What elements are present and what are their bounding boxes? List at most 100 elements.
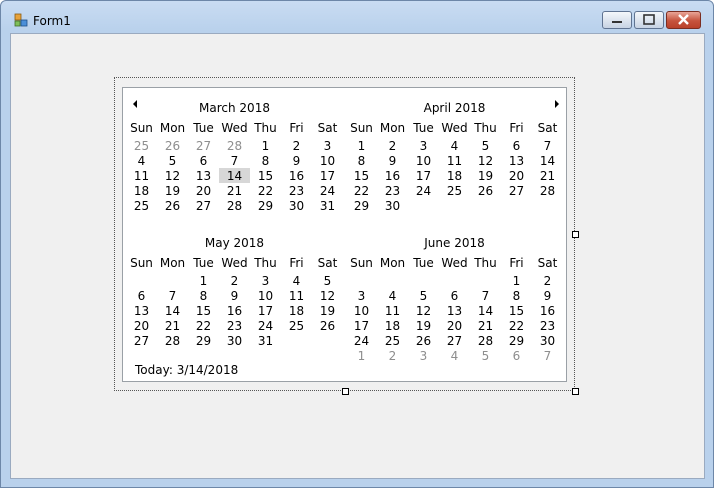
day-cell[interactable]: 27 bbox=[501, 183, 532, 198]
day-cell[interactable]: 4 bbox=[281, 273, 312, 288]
maximize-button[interactable] bbox=[634, 11, 664, 29]
day-cell[interactable]: 9 bbox=[377, 153, 408, 168]
day-cell[interactable]: 30 bbox=[219, 333, 250, 348]
day-cell[interactable]: 19 bbox=[408, 318, 439, 333]
left-arrow-icon[interactable] bbox=[129, 98, 141, 110]
day-cell[interactable]: 28 bbox=[219, 138, 250, 153]
day-cell[interactable]: 21 bbox=[470, 318, 501, 333]
day-cell[interactable]: 25 bbox=[439, 183, 470, 198]
day-cell[interactable]: 27 bbox=[126, 333, 157, 348]
day-cell[interactable]: 7 bbox=[157, 288, 188, 303]
day-cell[interactable]: 19 bbox=[157, 183, 188, 198]
day-cell[interactable]: 6 bbox=[501, 138, 532, 153]
day-cell[interactable]: 31 bbox=[312, 198, 343, 213]
day-cell[interactable]: 22 bbox=[346, 183, 377, 198]
day-cell[interactable]: 1 bbox=[188, 273, 219, 288]
day-cell[interactable]: 21 bbox=[219, 183, 250, 198]
day-cell[interactable]: 6 bbox=[501, 348, 532, 363]
day-cell[interactable]: 23 bbox=[219, 318, 250, 333]
day-cell[interactable]: 23 bbox=[281, 183, 312, 198]
day-cell[interactable]: 11 bbox=[126, 168, 157, 183]
day-cell[interactable]: 28 bbox=[157, 333, 188, 348]
day-cell[interactable]: 18 bbox=[281, 303, 312, 318]
day-cell[interactable]: 28 bbox=[470, 333, 501, 348]
day-cell[interactable]: 5 bbox=[470, 348, 501, 363]
day-cell[interactable]: 14 bbox=[157, 303, 188, 318]
day-cell[interactable]: 1 bbox=[346, 138, 377, 153]
day-cell[interactable]: 9 bbox=[219, 288, 250, 303]
day-cell[interactable]: 1 bbox=[250, 138, 281, 153]
day-cell[interactable]: 12 bbox=[470, 153, 501, 168]
day-cell[interactable]: 28 bbox=[219, 198, 250, 213]
day-cell[interactable]: 10 bbox=[346, 303, 377, 318]
day-cell[interactable]: 26 bbox=[157, 198, 188, 213]
day-cell[interactable]: 31 bbox=[250, 333, 281, 348]
day-cell[interactable]: 25 bbox=[126, 138, 157, 153]
day-cell[interactable]: 11 bbox=[281, 288, 312, 303]
day-cell[interactable]: 24 bbox=[250, 318, 281, 333]
day-cell[interactable]: 3 bbox=[408, 348, 439, 363]
day-cell[interactable]: 27 bbox=[188, 138, 219, 153]
day-cell[interactable]: 27 bbox=[188, 198, 219, 213]
close-button[interactable] bbox=[666, 11, 701, 29]
day-cell[interactable]: 26 bbox=[157, 138, 188, 153]
day-cell[interactable]: 26 bbox=[408, 333, 439, 348]
day-cell[interactable]: 8 bbox=[188, 288, 219, 303]
day-cell[interactable]: 2 bbox=[219, 273, 250, 288]
day-cell[interactable]: 17 bbox=[408, 168, 439, 183]
day-cell[interactable]: 19 bbox=[312, 303, 343, 318]
minimize-button[interactable] bbox=[602, 11, 632, 29]
day-cell[interactable]: 27 bbox=[439, 333, 470, 348]
day-cell[interactable]: 15 bbox=[188, 303, 219, 318]
day-cell[interactable]: 30 bbox=[281, 198, 312, 213]
resize-handle-right[interactable] bbox=[572, 231, 579, 238]
day-cell[interactable]: 2 bbox=[377, 138, 408, 153]
day-cell[interactable]: 5 bbox=[408, 288, 439, 303]
day-cell[interactable]: 13 bbox=[126, 303, 157, 318]
day-cell[interactable]: 12 bbox=[312, 288, 343, 303]
day-cell[interactable]: 23 bbox=[532, 318, 563, 333]
day-cell[interactable]: 3 bbox=[408, 138, 439, 153]
day-cell[interactable]: 26 bbox=[312, 318, 343, 333]
day-cell[interactable]: 29 bbox=[250, 198, 281, 213]
day-cell[interactable]: 8 bbox=[501, 288, 532, 303]
day-cell[interactable]: 10 bbox=[312, 153, 343, 168]
day-cell[interactable]: 16 bbox=[377, 168, 408, 183]
day-cell[interactable]: 17 bbox=[346, 318, 377, 333]
day-cell[interactable]: 24 bbox=[408, 183, 439, 198]
day-cell[interactable]: 11 bbox=[439, 153, 470, 168]
day-cell[interactable]: 29 bbox=[188, 333, 219, 348]
day-cell[interactable]: 7 bbox=[470, 288, 501, 303]
day-cell[interactable]: 1 bbox=[501, 273, 532, 288]
right-arrow-icon[interactable] bbox=[551, 98, 563, 110]
day-cell[interactable]: 25 bbox=[126, 198, 157, 213]
day-cell[interactable]: 16 bbox=[219, 303, 250, 318]
day-cell[interactable]: 6 bbox=[126, 288, 157, 303]
resize-handle-bottom-right[interactable] bbox=[572, 388, 579, 395]
day-cell[interactable]: 24 bbox=[346, 333, 377, 348]
resize-handle-bottom[interactable] bbox=[342, 388, 349, 395]
day-cell[interactable]: 3 bbox=[312, 138, 343, 153]
title-bar[interactable]: Form1 bbox=[1, 1, 713, 32]
day-cell-today[interactable]: 14 bbox=[219, 168, 250, 183]
day-cell[interactable]: 7 bbox=[532, 348, 563, 363]
day-cell[interactable]: 7 bbox=[219, 153, 250, 168]
day-cell[interactable]: 28 bbox=[532, 183, 563, 198]
day-cell[interactable]: 20 bbox=[126, 318, 157, 333]
day-cell[interactable]: 10 bbox=[250, 288, 281, 303]
day-cell[interactable]: 1 bbox=[346, 348, 377, 363]
day-cell[interactable]: 30 bbox=[532, 333, 563, 348]
day-cell[interactable]: 21 bbox=[157, 318, 188, 333]
day-cell[interactable]: 20 bbox=[439, 318, 470, 333]
day-cell[interactable]: 7 bbox=[532, 138, 563, 153]
day-cell[interactable]: 20 bbox=[501, 168, 532, 183]
day-cell[interactable]: 18 bbox=[377, 318, 408, 333]
day-cell[interactable]: 4 bbox=[439, 348, 470, 363]
day-cell[interactable]: 8 bbox=[250, 153, 281, 168]
day-cell[interactable]: 15 bbox=[250, 168, 281, 183]
day-cell[interactable]: 25 bbox=[281, 318, 312, 333]
day-cell[interactable]: 15 bbox=[346, 168, 377, 183]
day-cell[interactable]: 13 bbox=[188, 168, 219, 183]
day-cell[interactable]: 22 bbox=[188, 318, 219, 333]
day-cell[interactable]: 22 bbox=[250, 183, 281, 198]
